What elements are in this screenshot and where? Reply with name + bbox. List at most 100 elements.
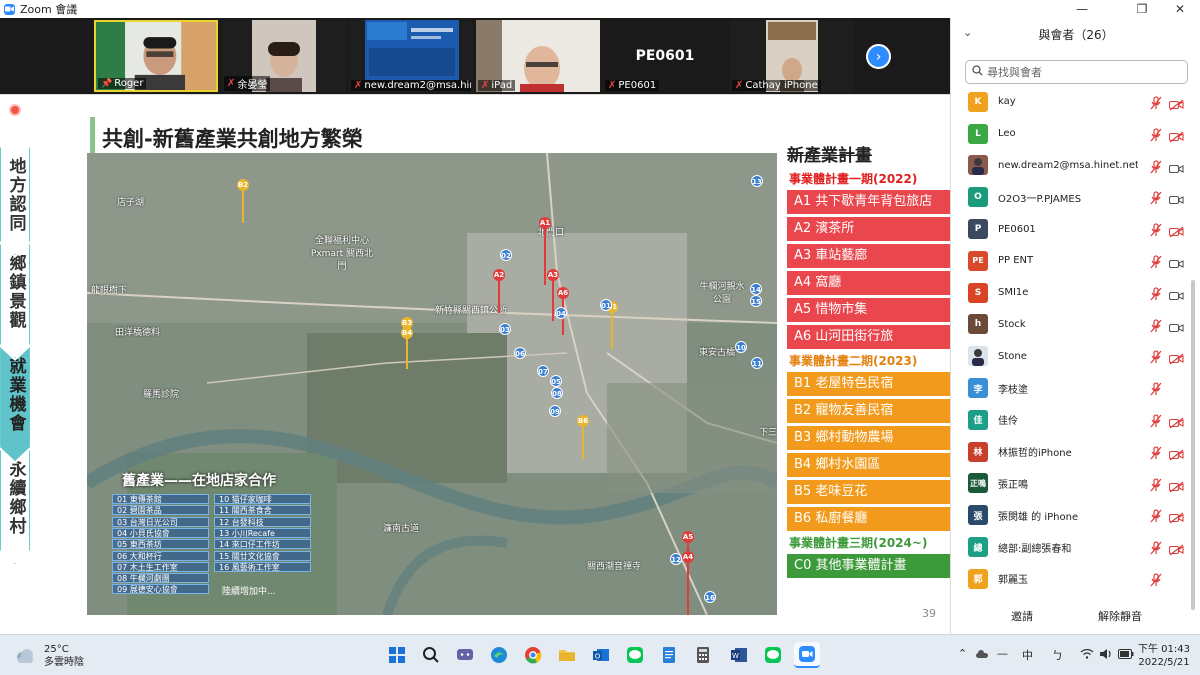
- map-pin-a5[interactable]: A5: [682, 531, 694, 543]
- video-tile[interactable]: ✗ iPad: [476, 20, 600, 92]
- camera-off-icon[interactable]: [1168, 509, 1184, 524]
- maximize-button[interactable]: ❐: [1122, 0, 1162, 18]
- line-icon[interactable]: [622, 642, 648, 668]
- participant-row[interactable]: 張張閔雄 的 iPhone: [951, 499, 1191, 531]
- camera-off-icon[interactable]: [1168, 446, 1184, 461]
- next-page-button[interactable]: ›: [866, 44, 891, 69]
- line-icon[interactable]: [760, 642, 786, 668]
- participant-row[interactable]: 李李枝塗: [951, 372, 1191, 404]
- map-pin-15[interactable]: 15: [750, 295, 762, 307]
- video-tile[interactable]: ✗ Cathay iPhone: [730, 20, 854, 92]
- video-tile[interactable]: ✗ 余晏瑩: [222, 20, 346, 92]
- map-pin-a3[interactable]: A3: [547, 269, 559, 281]
- mic-muted-icon[interactable]: [1150, 159, 1162, 174]
- camera-on-icon[interactable]: [1168, 319, 1184, 332]
- map-pin-12[interactable]: 12: [670, 553, 682, 565]
- mic-muted-icon[interactable]: [1150, 477, 1162, 491]
- video-tile[interactable]: ✗new.dream2@msa.hin...: [349, 20, 473, 92]
- map-pin-16[interactable]: 16: [704, 591, 716, 603]
- participant-row[interactable]: 總總部:副總張春和: [951, 531, 1191, 563]
- system-clock[interactable]: 下午 01:43 2022/5/21: [1138, 643, 1190, 669]
- calculator-icon[interactable]: [690, 642, 716, 668]
- mic-muted-icon[interactable]: [1150, 254, 1162, 269]
- map-pin-05[interactable]: 05: [550, 375, 562, 387]
- notepad-icon[interactable]: [656, 642, 682, 668]
- map-pin-11[interactable]: 11: [751, 357, 763, 369]
- chevron-up-icon[interactable]: ⌃: [958, 647, 967, 660]
- mic-muted-icon[interactable]: [1150, 127, 1162, 142]
- map-pin-01[interactable]: 01: [600, 299, 612, 311]
- participant-row[interactable]: P PE0601: [951, 213, 1191, 245]
- outlook-icon[interactable]: O: [588, 642, 614, 668]
- mic-muted-icon[interactable]: [1150, 222, 1162, 237]
- mic-muted-icon[interactable]: [1150, 318, 1162, 332]
- video-tile[interactable]: PE0601 ✗ PE0601: [603, 20, 727, 92]
- map-pin-07[interactable]: 07: [537, 365, 549, 377]
- camera-off-icon[interactable]: [1168, 350, 1184, 365]
- map-pin-09[interactable]: 09: [549, 405, 561, 417]
- participant-row[interactable]: new.dream2@msa.hinet.net: [951, 150, 1191, 182]
- cloud-tray-icon[interactable]: [975, 649, 989, 659]
- word-icon[interactable]: W: [726, 642, 752, 668]
- map-pin-b2[interactable]: B2: [237, 179, 249, 191]
- map-pin-a6[interactable]: A6: [557, 287, 569, 299]
- participant-row[interactable]: 林林振哲的iPhone: [951, 436, 1191, 468]
- participant-row[interactable]: 郭郭麗玉: [951, 563, 1191, 595]
- chat-icon[interactable]: [452, 642, 478, 668]
- minimize-button[interactable]: —: [1062, 0, 1102, 18]
- map-pin-02[interactable]: 02: [500, 249, 512, 261]
- participant-row[interactable]: O O2O3一P.PJAMES: [951, 181, 1191, 213]
- map-pin-a2[interactable]: A2: [493, 269, 505, 281]
- zoom-icon[interactable]: [794, 642, 820, 668]
- participant-row[interactable]: Stone: [951, 340, 1191, 372]
- speaker-icon[interactable]: [1099, 648, 1113, 660]
- participant-search-input[interactable]: 尋找與會者: [965, 60, 1188, 84]
- camera-on-icon[interactable]: [1168, 160, 1184, 173]
- participant-row[interactable]: S SMI1e: [951, 277, 1191, 309]
- camera-off-icon[interactable]: [1168, 223, 1184, 238]
- mic-muted-icon[interactable]: [1150, 413, 1162, 428]
- participant-row[interactable]: L Leo: [951, 118, 1191, 150]
- mic-muted-icon[interactable]: [1150, 95, 1162, 110]
- participant-row[interactable]: 正鳴 張正鳴: [951, 468, 1191, 500]
- close-button[interactable]: ✕: [1160, 0, 1200, 18]
- chrome-icon[interactable]: [520, 642, 546, 668]
- camera-on-icon[interactable]: [1168, 255, 1184, 269]
- folder-icon[interactable]: [554, 642, 580, 668]
- map-pin-03[interactable]: 03: [499, 323, 511, 335]
- participant-row[interactable]: PE PP ENT: [951, 245, 1191, 277]
- camera-off-icon[interactable]: [1168, 96, 1184, 111]
- map-pin-b6[interactable]: B6: [577, 415, 589, 427]
- edge-icon[interactable]: [486, 642, 512, 668]
- wifi-icon[interactable]: [1080, 649, 1094, 659]
- camera-on-icon[interactable]: [1168, 287, 1184, 300]
- ime-layout[interactable]: ㄅ: [1052, 647, 1063, 663]
- mic-muted-icon[interactable]: [1150, 445, 1162, 460]
- participant-row[interactable]: 佳佳伶: [951, 404, 1191, 436]
- mic-muted-icon[interactable]: [1150, 381, 1162, 396]
- participant-row[interactable]: Kkay: [951, 86, 1191, 118]
- participant-row[interactable]: h Stock: [951, 309, 1191, 341]
- mic-muted-icon[interactable]: [1150, 540, 1162, 555]
- mic-muted-icon[interactable]: [1150, 508, 1162, 523]
- map-pin-06[interactable]: 06: [514, 347, 526, 359]
- unmute-all-button[interactable]: 解除靜音: [1098, 608, 1142, 624]
- map-pin-14[interactable]: 14: [750, 283, 762, 295]
- battery-icon[interactable]: [1118, 649, 1134, 659]
- mic-muted-icon[interactable]: [1150, 349, 1162, 364]
- scrollbar[interactable]: [1191, 280, 1195, 610]
- mic-muted-icon[interactable]: [1150, 286, 1162, 301]
- map-pin-13[interactable]: 13: [751, 175, 763, 187]
- camera-off-icon[interactable]: [1168, 478, 1184, 493]
- map-pin-10[interactable]: 10: [735, 341, 747, 353]
- search-icon[interactable]: [418, 642, 444, 668]
- mic-muted-icon[interactable]: [1150, 190, 1162, 205]
- camera-on-icon[interactable]: [1168, 191, 1184, 205]
- map-pin-b4[interactable]: B4: [401, 327, 413, 339]
- map-pin-08[interactable]: 08: [551, 387, 563, 399]
- mic-muted-icon[interactable]: [1150, 572, 1162, 587]
- invite-button[interactable]: 邀請: [1011, 608, 1033, 624]
- camera-off-icon[interactable]: [1168, 414, 1184, 429]
- camera-off-icon[interactable]: [1168, 128, 1184, 143]
- weather-widget[interactable]: 25°C 多雲時陰: [14, 643, 84, 669]
